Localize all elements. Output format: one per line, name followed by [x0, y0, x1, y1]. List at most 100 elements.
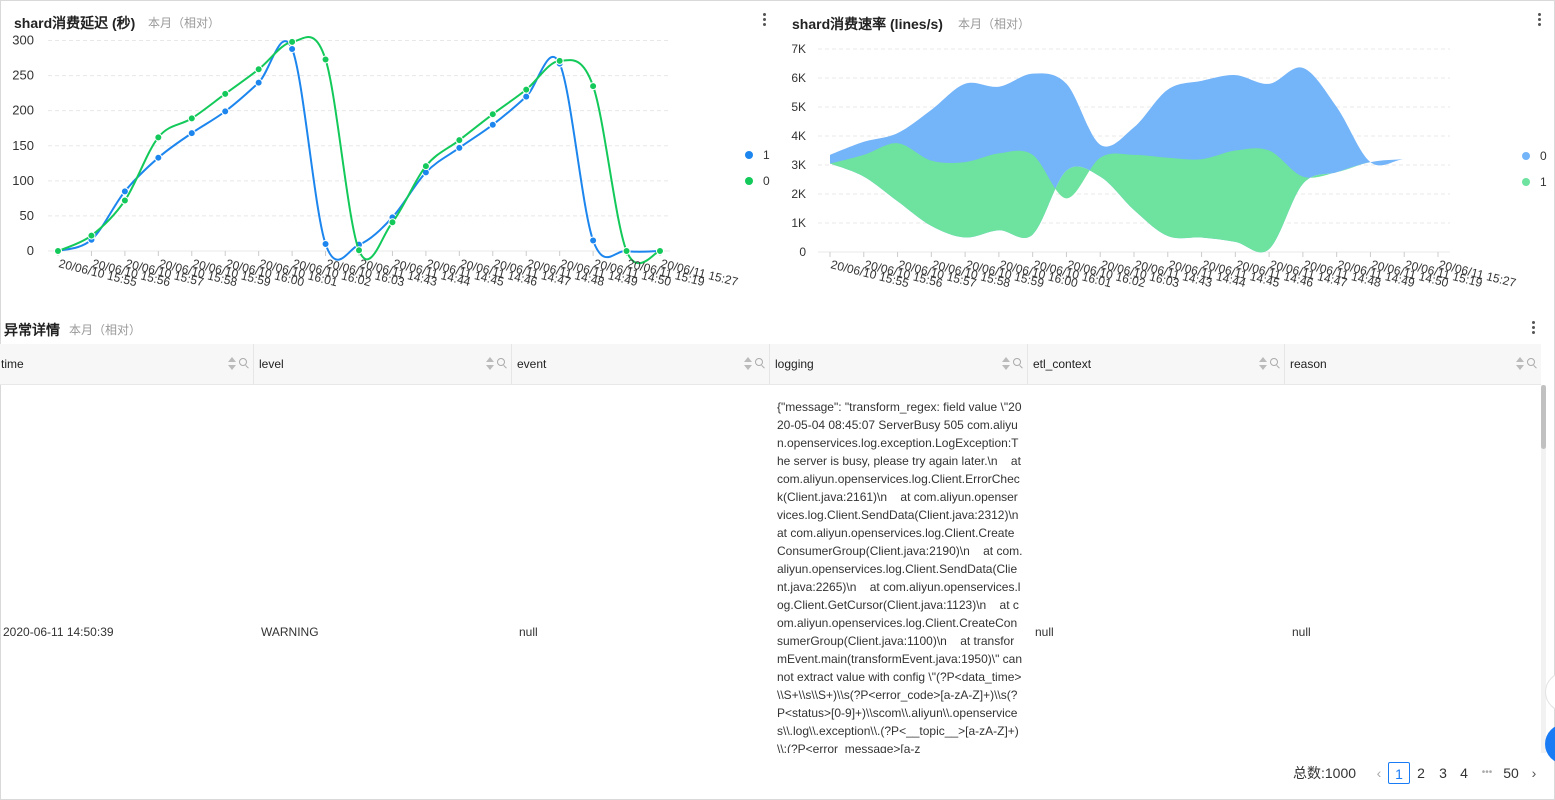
charts-canvas: 05010015020025030020/06/10 15:5520/06/10… [12, 33, 1547, 291]
panel-time-range[interactable]: 本月（相对） [69, 321, 141, 338]
y-tick-label: 3K [791, 158, 806, 172]
legend-marker [1522, 152, 1530, 160]
series-line [57, 40, 661, 261]
y-tick-label: 0 [27, 243, 34, 258]
data-point [54, 247, 62, 255]
column-header-logging[interactable]: logging [770, 344, 1028, 385]
column-label: reason [1290, 357, 1327, 371]
series-line [57, 36, 661, 265]
y-tick-label: 2K [791, 187, 806, 201]
sort-icon[interactable] [486, 357, 494, 371]
column-header-reason[interactable]: reason [1285, 344, 1541, 385]
legend-label: 1 [1540, 175, 1547, 189]
search-icon[interactable] [1013, 358, 1023, 368]
panel-more-icon[interactable] [1528, 320, 1538, 336]
prev-page-icon[interactable]: ‹ [1373, 762, 1385, 784]
column-label: level [259, 357, 284, 371]
data-point [221, 89, 230, 98]
data-point [622, 247, 631, 255]
cell-etl-context: null [1035, 625, 1054, 639]
legend-label: 0 [763, 174, 770, 188]
search-icon[interactable] [239, 358, 249, 368]
page-3[interactable]: 3 [1434, 762, 1452, 784]
y-tick-label: 50 [20, 208, 34, 223]
legend-marker [1522, 178, 1530, 186]
data-point [455, 136, 464, 145]
data-point [120, 196, 129, 205]
y-tick-label: 6K [791, 71, 806, 85]
y-tick-label: 5K [791, 100, 806, 114]
y-tick-label: 0 [799, 245, 806, 259]
table-body: 2020-06-11 14:50:39 WARNING null {"messa… [0, 385, 1541, 753]
sort-icon[interactable] [744, 357, 752, 371]
cell-reason: null [1292, 625, 1311, 639]
data-point [388, 218, 397, 227]
y-tick-label: 1K [791, 216, 806, 230]
legend-marker [745, 177, 753, 185]
latency-chart: 05010015020025030020/06/10 15:5520/06/10… [12, 33, 770, 290]
sort-icon[interactable] [1002, 357, 1010, 371]
search-icon[interactable] [497, 358, 507, 368]
legend-label: 0 [1540, 149, 1547, 163]
page-last[interactable]: 50 [1499, 762, 1523, 784]
column-header-event[interactable]: event [512, 344, 770, 385]
legend-label: 1 [763, 148, 770, 162]
page-1[interactable]: 1 [1388, 762, 1410, 784]
column-header-level[interactable]: level [254, 344, 512, 385]
data-point [154, 153, 163, 162]
data-point [488, 110, 497, 119]
data-point [589, 82, 598, 91]
data-point [589, 236, 598, 245]
data-point [355, 246, 363, 255]
data-point [421, 162, 430, 171]
data-point [288, 44, 297, 53]
page-2[interactable]: 2 [1412, 762, 1430, 784]
scrollbar-thumb[interactable] [1541, 385, 1546, 449]
data-point [254, 78, 263, 87]
sort-icon[interactable] [1516, 357, 1524, 371]
data-point [656, 247, 664, 255]
column-header-etl-context[interactable]: etl_context [1028, 344, 1285, 385]
y-tick-label: 250 [12, 68, 34, 83]
column-label: logging [775, 357, 814, 371]
sort-icon[interactable] [228, 357, 236, 371]
data-point [288, 37, 297, 46]
data-point [522, 85, 531, 94]
panel-title: 异常详情 [4, 322, 60, 338]
search-icon[interactable] [1527, 358, 1537, 368]
y-tick-label: 7K [791, 42, 806, 56]
data-point [221, 107, 230, 116]
y-tick-label: 150 [12, 138, 34, 153]
search-icon[interactable] [1270, 358, 1280, 368]
table-row[interactable]: 2020-06-11 14:50:39 WARNING null {"messa… [0, 385, 1541, 753]
column-label: etl_context [1033, 357, 1092, 371]
y-tick-label: 100 [12, 173, 34, 188]
page-4[interactable]: 4 [1455, 762, 1473, 784]
data-point [187, 129, 196, 138]
y-tick-label: 300 [12, 33, 34, 48]
column-label: event [517, 357, 547, 371]
pagination-ellipsis[interactable]: ••• [1476, 762, 1498, 784]
data-point [254, 65, 263, 74]
sort-icon[interactable] [1259, 357, 1267, 371]
data-point [321, 55, 330, 64]
data-point [187, 114, 196, 123]
data-point [87, 231, 96, 240]
column-header-time[interactable]: time [0, 344, 254, 385]
data-point [455, 143, 464, 152]
column-label: time [1, 357, 24, 371]
data-point [154, 133, 163, 142]
data-point [555, 56, 564, 65]
pagination-total: 总数:1000 [1293, 765, 1357, 781]
y-tick-label: 200 [12, 103, 34, 118]
next-page-icon[interactable]: › [1528, 762, 1540, 784]
data-point [120, 187, 129, 196]
cell-logging: {"message": "transform_regex: field valu… [777, 400, 1032, 753]
search-icon[interactable] [755, 358, 765, 368]
cell-level: WARNING [261, 625, 319, 639]
y-tick-label: 4K [791, 129, 806, 143]
legend-marker [745, 151, 753, 159]
table-header: time level event logging etl_context rea… [0, 344, 1541, 385]
cell-time: 2020-06-11 14:50:39 [3, 625, 114, 639]
rate-chart: 01K2K3K4K5K6K7K20/06/10 15:5520/06/10 15… [791, 42, 1547, 290]
